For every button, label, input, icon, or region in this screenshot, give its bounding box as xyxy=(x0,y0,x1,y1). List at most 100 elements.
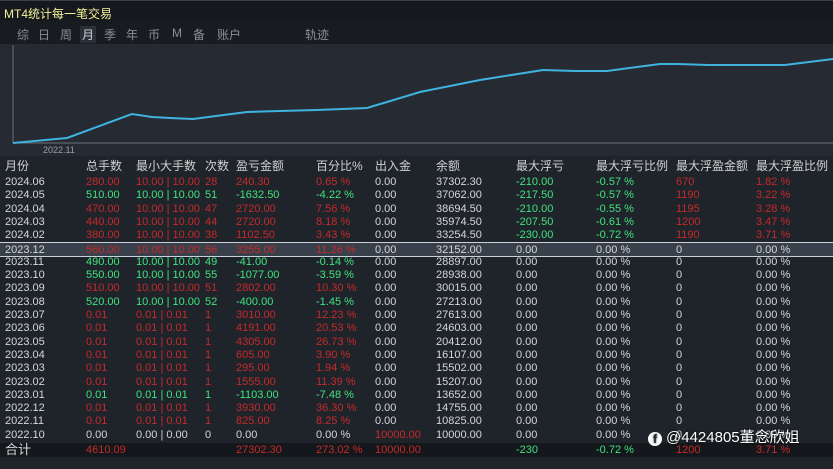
column-header[interactable]: 总手数 xyxy=(86,159,122,173)
tab-2[interactable]: 周 xyxy=(60,26,72,43)
tab-8[interactable]: 备 xyxy=(193,26,205,43)
cell-0: 2024.03 xyxy=(5,215,45,228)
cell-5: 8.18 % xyxy=(316,215,351,228)
cell-11: 0.00 % xyxy=(756,309,791,321)
tab-10[interactable]: 轨迹 xyxy=(305,26,329,43)
cell-2: 10.00 | 10.00 xyxy=(136,269,201,282)
cell-1: 0.01 xyxy=(86,415,108,428)
cell-6: 0.00 xyxy=(375,335,397,348)
table-row[interactable]: 2023.07 0.01 0.01 | 0.01 1 3010.00 12.23 % 0.0… xyxy=(0,308,833,322)
table-row[interactable]: 2023.05 0.01 0.01 | 0.01 1 4305.00 26.73 % 0.0… xyxy=(0,335,833,349)
column-header[interactable]: 余额 xyxy=(436,159,460,173)
cell-5: 3.43 % xyxy=(316,229,351,242)
cell-9: -0.72 % xyxy=(596,229,634,242)
table-row[interactable]: 2024.04 470.00 10.00 | 10.00 47 2720.00 7.56 … xyxy=(0,202,833,216)
cell-2: 10.00 | 10.00 xyxy=(136,202,201,215)
cell-3: 1 xyxy=(205,402,212,415)
cell-7: 27213.00 xyxy=(436,295,482,308)
cell-5: 20.53 % xyxy=(316,322,357,335)
cell-1: 510.00 xyxy=(86,189,120,202)
table-row[interactable]: 2023.09 510.00 10.00 | 10.00 51 2802.00 10.30… xyxy=(0,281,833,295)
table-row[interactable]: 2024.05 510.00 10.00 | 10.00 51 -1632.50 -4.2… xyxy=(0,188,833,202)
tab-4[interactable]: 季 xyxy=(104,26,116,43)
table-row[interactable]: 2023.04 0.01 0.01 | 0.01 1 605.00 3.90 % 0.00 1… xyxy=(0,348,833,362)
cell-5: 1.94 % xyxy=(316,362,351,375)
cell-7: 15207.00 xyxy=(436,375,482,388)
cell-1: 0.00 xyxy=(86,428,108,441)
table-row[interactable]: 2024.02 380.00 10.00 | 10.00 38 1102.50 3.43 … xyxy=(0,228,833,242)
tab-9[interactable]: 账户 xyxy=(217,26,241,43)
cell-3: 1 xyxy=(205,415,212,428)
column-header[interactable]: 最大浮亏 xyxy=(516,159,564,173)
tab-6[interactable]: 币 xyxy=(148,26,160,43)
cell-4: -1103.00 xyxy=(236,388,279,401)
column-header[interactable]: 最大浮盈金额 xyxy=(676,159,748,173)
tab-7[interactable]: M xyxy=(172,26,182,40)
column-header[interactable]: 次数 xyxy=(205,159,229,173)
cell-7: 10000.00 xyxy=(436,428,482,441)
table-row[interactable]: 2024.06 280.00 10.00 | 10.00 28 240.30 0.65 %… xyxy=(0,175,833,189)
table-row[interactable]: 2023.06 0.01 0.01 | 0.01 1 4191.00 20.53 % 0.0… xyxy=(0,321,833,335)
cell-3: 44 xyxy=(205,215,218,228)
table-row[interactable]: 2022.12 0.01 0.01 | 0.01 1 3930.00 36.30 % 0.0… xyxy=(0,401,833,415)
column-header[interactable]: 最大浮盈比例 xyxy=(756,159,828,173)
cell-1: 470.00 xyxy=(86,202,120,215)
table-row[interactable]: 2024.03 440.00 10.00 | 10.00 44 2720.00 8.18 … xyxy=(0,215,833,229)
cell-0: 2023.02 xyxy=(5,375,45,388)
tab-1[interactable]: 日 xyxy=(38,26,50,43)
cell-4: 4191.00 xyxy=(236,322,276,335)
cell-1: 0.01 xyxy=(86,362,108,375)
table-row[interactable]: 2023.03 0.01 0.01 | 0.01 1 295.00 1.94 % 0.00 1… xyxy=(0,361,833,375)
cell-1: 380.00 xyxy=(86,229,120,242)
cell-8: 0.00 xyxy=(516,282,538,295)
cell-11: 0.00 % xyxy=(756,255,791,268)
cell-10: 0 xyxy=(676,255,683,268)
cell-2: 0.01 | 0.01 xyxy=(136,402,188,415)
cell-4: 1555.00 xyxy=(236,375,276,388)
cell-7: 35974.50 xyxy=(436,215,482,228)
cell-0: 2023.03 xyxy=(5,362,45,375)
cell-11: 0.00 % xyxy=(756,295,791,308)
column-header[interactable]: 最小大手数 xyxy=(136,159,196,173)
table-row[interactable]: 2023.10 550.00 10.00 | 10.00 55 -1077.00 -3.5… xyxy=(0,268,833,282)
cell-0: 2023.10 xyxy=(5,269,45,282)
cell-8: 0.00 xyxy=(516,322,538,335)
column-header[interactable]: 最大浮亏比例 xyxy=(596,159,668,173)
cell-7: 30015.00 xyxy=(436,282,482,295)
cell-5: -4.22 % xyxy=(316,189,354,202)
cell-2: 0.01 | 0.01 xyxy=(136,348,188,361)
cell-2: 10.00 | 10.00 xyxy=(136,215,201,228)
table-row[interactable]: 2023.02 0.01 0.01 | 0.01 1 1555.00 11.39 % 0.0… xyxy=(0,375,833,389)
cell-6: 0.00 xyxy=(375,189,397,202)
cell-10: 0 xyxy=(676,335,683,348)
cell-5: 8.25 % xyxy=(316,415,351,428)
cell-8: -217.50 xyxy=(516,189,554,202)
table-row[interactable]: 2023.11 490.00 10.00 | 10.00 49 -41.00 -0.14 … xyxy=(0,255,833,269)
column-header[interactable]: 月份 xyxy=(5,159,29,173)
column-header[interactable]: 盈亏金额 xyxy=(236,159,284,173)
tab-0[interactable]: 综 xyxy=(17,26,29,43)
table-row[interactable]: 2023.01 0.01 0.01 | 0.01 1 -1103.00 -7.48 % 0.… xyxy=(0,388,833,402)
cell-1: 550.00 xyxy=(86,269,120,282)
cell-2: 10.00 | 10.00 xyxy=(136,189,201,202)
cell-7: 38694.50 xyxy=(436,202,482,215)
facebook-icon: f xyxy=(648,432,662,446)
tab-5[interactable]: 年 xyxy=(126,26,138,43)
cell-3: 49 xyxy=(205,255,218,268)
tab-3[interactable]: 月 xyxy=(80,26,97,43)
cell-1: 0.01 xyxy=(86,375,108,388)
cell-4: 2720.00 xyxy=(236,202,276,215)
column-header[interactable]: 出入金 xyxy=(375,159,411,173)
cell-1: 0.01 xyxy=(86,322,108,335)
cell-10: 0 xyxy=(676,348,683,361)
cell-0: 2022.12 xyxy=(5,402,45,415)
cell-11: 3.22 % xyxy=(756,189,791,202)
cell-10: 670 xyxy=(676,176,695,188)
cell-2: 10.00 | 10.00 xyxy=(136,176,201,188)
cell-0: 2024.02 xyxy=(5,229,45,242)
table-row[interactable]: 2023.08 520.00 10.00 | 10.00 52 -400.00 -1.45… xyxy=(0,295,833,309)
cell-7: 14755.00 xyxy=(436,402,482,415)
cell-6: 0.00 xyxy=(375,362,397,375)
cell-4: 825.00 xyxy=(236,415,270,428)
column-header[interactable]: 百分比% xyxy=(316,159,363,173)
